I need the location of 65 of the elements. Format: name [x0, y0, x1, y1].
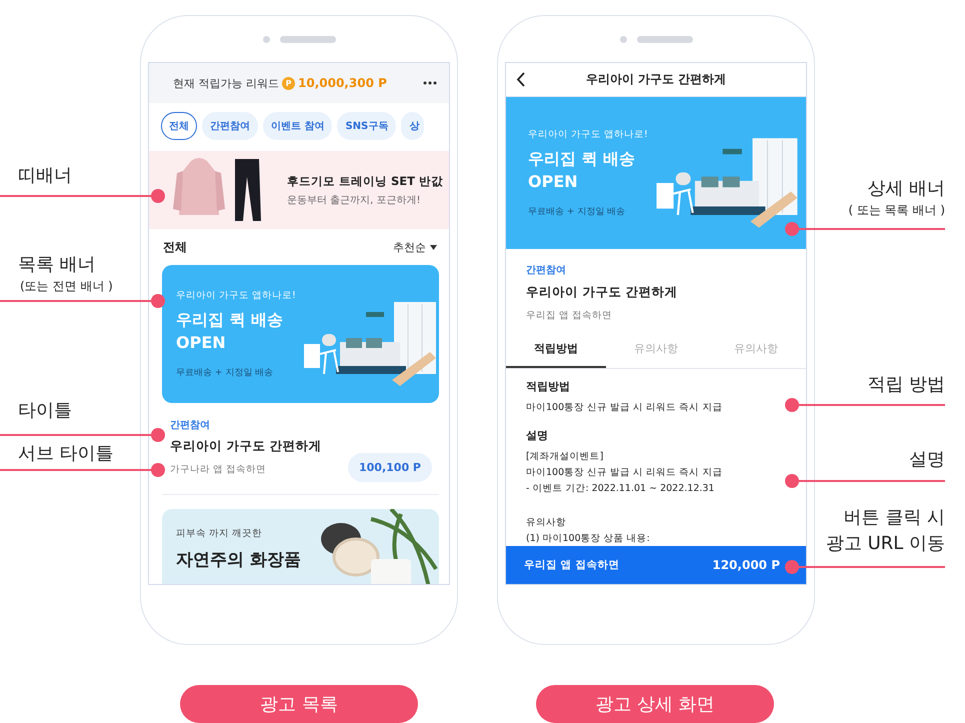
caret-icon	[430, 244, 437, 250]
callout-label: 서브 타이틀	[18, 442, 114, 466]
ad-title: 우리아이 가구도 간편하게	[526, 284, 679, 301]
ad-banner[interactable]: 우리아이 가구도 앱하나로! 우리집 퀵 배송 OPEN 무료배송 + 지정일 배송	[162, 265, 439, 403]
callout-note: ( 또는 목록 배너 )	[848, 202, 945, 219]
banner-headline: OPEN	[528, 171, 579, 193]
camera-dot	[262, 36, 270, 42]
sort-dropdown[interactable]: 추천순	[393, 240, 437, 254]
banner-note: 무료배송 + 지정일 배송	[176, 367, 274, 380]
banner-note: 무료배송 + 지정일 배송	[528, 206, 626, 218]
filter-chip[interactable]: 전체	[161, 112, 197, 140]
ad-subtitle: 가구나라 앱 접속하면	[170, 463, 268, 476]
callout-label: 상세 배너	[866, 177, 945, 201]
screen-caption: 광고 목록	[180, 685, 418, 723]
body-text: 마이100통장 신규 발급 시 리워드 즉시 지급	[526, 466, 724, 480]
points-badge: 100,100 P	[348, 453, 432, 482]
section-heading: 적립방법	[526, 379, 571, 394]
section-heading: 설명	[526, 428, 549, 444]
callout-label: 목록 배너	[18, 253, 97, 277]
strip-banner[interactable]: 후드기모 트레이닝 SET 반값 운동부터 출근까지, 포근하게!	[149, 151, 449, 229]
filter-chip[interactable]: 이벤트 참여	[263, 112, 332, 140]
more-icon[interactable]	[423, 81, 437, 85]
callout-label: 버튼 클릭 시	[842, 506, 945, 530]
reward-amount: 10,000,300 P	[298, 76, 387, 90]
camera-dot	[620, 36, 626, 42]
cta-button[interactable]: 우리집 앱 접속하면 120,000 P	[506, 546, 806, 584]
ad-banner[interactable]: 피부속 까지 깨끗한 자연주의 화장품	[162, 509, 439, 584]
banner-headline: 우리집 퀵 배송	[528, 148, 636, 170]
tab[interactable]: 유의사항	[606, 330, 706, 368]
callout-label: 타이틀	[18, 399, 72, 423]
section-title: 전체	[163, 238, 187, 256]
callout-label: 광고 URL 이동	[826, 532, 945, 556]
banner-eyebrow: 피부속 까지 깨끗한	[176, 527, 264, 540]
ad-title: 우리아이 가구도 간편하게	[170, 438, 322, 455]
callout-label: 설명	[909, 448, 945, 472]
filter-chip[interactable]: 상	[401, 112, 424, 140]
body-text: [계좌개설이벤트]	[526, 450, 604, 464]
speaker-slot	[636, 36, 692, 42]
reward-label: 현재 적립가능 리워드	[173, 76, 279, 90]
filter-chip[interactable]: SNS구독	[337, 112, 396, 140]
body-text: - 이벤트 기간: 2022.11.01 ~ 2022.12.31	[526, 482, 716, 496]
ad-subtitle: 우리집 앱 접속하면	[526, 309, 614, 322]
speaker-slot	[280, 36, 336, 42]
banner-eyebrow: 우리아이 가구도 앱하나로!	[176, 288, 296, 302]
section-heading: 유의사항	[526, 516, 567, 529]
filter-chip[interactable]: 간편참여	[202, 112, 258, 140]
banner-subtitle: 운동부터 출근까지, 포근하게!	[287, 194, 422, 206]
tab[interactable]: 적립방법	[506, 330, 606, 368]
banner-headline: 우리집 퀵 배송	[176, 308, 284, 331]
banner-eyebrow: 우리아이 가구도 앱하나로!	[528, 128, 648, 141]
back-icon[interactable]	[516, 72, 525, 87]
banner-title: 후드기모 트레이닝 SET 반값	[287, 174, 443, 188]
nav-title: 우리아이 가구도 간편하게	[586, 71, 726, 88]
banner-headline: OPEN	[176, 332, 227, 354]
body-text: (1) 마이100통장 상품 내용:	[526, 532, 651, 546]
callout-label: 적립 방법	[867, 373, 945, 397]
body-text: 마이100통장 신규 발급 시 리워드 즉시 지급	[526, 401, 724, 415]
tab[interactable]: 유의사항	[706, 330, 806, 368]
callout-note: (또는 전면 배너 )	[20, 278, 113, 295]
callout-label: 띠배너	[18, 164, 72, 188]
banner-headline: 자연주의 화장품	[176, 549, 301, 572]
coin-badge: P	[282, 76, 295, 90]
screen-caption: 광고 상세 화면	[536, 685, 774, 723]
category-label: 간편참여	[526, 264, 567, 277]
category-label: 간편참여	[169, 419, 211, 432]
